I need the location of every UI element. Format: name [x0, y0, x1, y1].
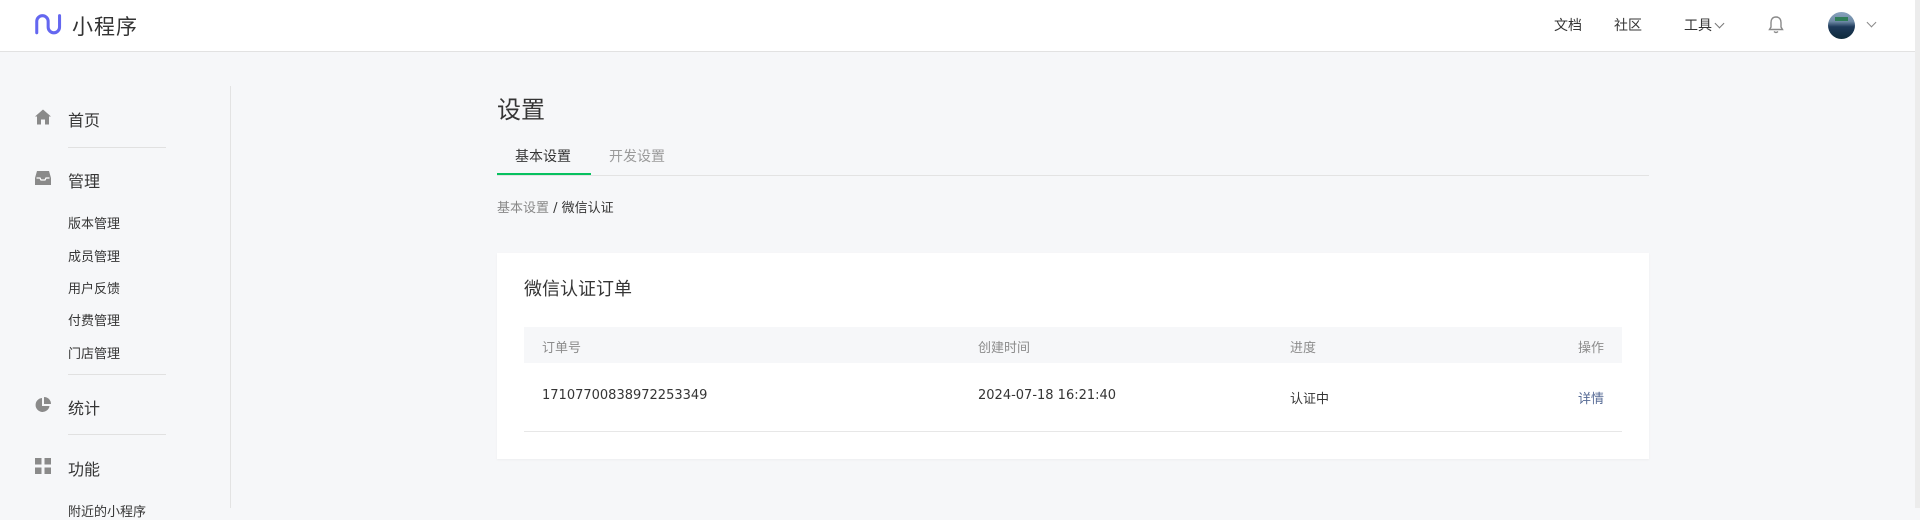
nav-docs-link[interactable]: 文档	[1554, 15, 1582, 35]
sidebar-subitem-nearby[interactable]: 附近的小程序	[68, 501, 146, 520]
bell-icon[interactable]	[1767, 15, 1785, 35]
detail-link[interactable]: 详情	[1578, 388, 1604, 407]
sidebar-divider	[68, 147, 166, 148]
inbox-icon	[35, 171, 51, 185]
pie-chart-icon	[35, 397, 51, 412]
sidebar-subitem-feedback[interactable]: 用户反馈	[68, 278, 120, 297]
settings-tabs: 基本设置 开发设置	[497, 140, 1649, 176]
sidebar-item-label: 统计	[68, 399, 101, 418]
sidebar-border	[230, 86, 231, 508]
status-text: 认证中	[1290, 392, 1330, 407]
tab-dev-settings[interactable]: 开发设置	[609, 146, 665, 166]
breadcrumb-separator: /	[549, 201, 562, 216]
card-title: 微信认证订单	[524, 279, 632, 300]
tab-basic-settings[interactable]: 基本设置	[515, 146, 571, 166]
chevron-down-icon[interactable]	[1866, 17, 1877, 28]
sidebar-subitem-stores[interactable]: 门店管理	[68, 343, 120, 362]
sidebar: 首页 管理 版本管理 成员管理 用户反馈 付费管理 门店管理 统计 功能 附近的…	[0, 52, 230, 520]
active-tab-indicator	[497, 173, 591, 175]
verification-orders-card: 微信认证订单 订单号 创建时间 进度 操作 171077008389722533…	[497, 253, 1649, 459]
grid-icon	[35, 458, 51, 474]
column-header-action: 操作	[1577, 341, 1604, 356]
order-number: 17107700838972253349	[542, 388, 708, 403]
created-time: 2024-07-18 16:21:40	[978, 388, 1117, 403]
breadcrumb-link-basic[interactable]: 基本设置	[497, 201, 549, 216]
column-header-status: 进度	[1290, 341, 1317, 356]
table-row: 17107700838972253349 2024-07-18 16:21:40…	[524, 363, 1622, 432]
top-bar: 小程序 文档 社区 工具	[0, 0, 1915, 52]
sidebar-item-label: 管理	[68, 172, 101, 191]
column-header-created: 创建时间	[978, 341, 1031, 356]
mini-program-logo[interactable]	[34, 10, 64, 40]
sidebar-divider	[68, 434, 166, 435]
nav-community-link[interactable]: 社区	[1614, 15, 1642, 35]
home-icon	[35, 109, 51, 125]
scrollbar-track[interactable]	[1915, 0, 1920, 508]
sidebar-subitem-version[interactable]: 版本管理	[68, 213, 120, 232]
chevron-down-icon	[1714, 18, 1725, 29]
sidebar-item-label: 首页	[68, 111, 101, 130]
breadcrumb-current: 微信认证	[561, 201, 614, 216]
nav-tools-label: 工具	[1684, 18, 1712, 34]
sidebar-subitem-payment[interactable]: 付费管理	[68, 310, 120, 329]
breadcrumb: 基本设置 / 微信认证	[497, 197, 614, 216]
column-header-order-no: 订单号	[542, 341, 582, 356]
sidebar-item-label: 功能	[68, 460, 101, 479]
table-header: 订单号 创建时间 进度 操作	[524, 327, 1622, 363]
user-avatar[interactable]	[1828, 12, 1855, 39]
nav-tools-menu[interactable]: 工具	[1684, 15, 1725, 35]
page-title: 设置	[497, 96, 545, 124]
sidebar-subitem-members[interactable]: 成员管理	[68, 246, 120, 265]
brand-name[interactable]: 小程序	[72, 11, 138, 41]
sidebar-divider	[68, 374, 166, 375]
